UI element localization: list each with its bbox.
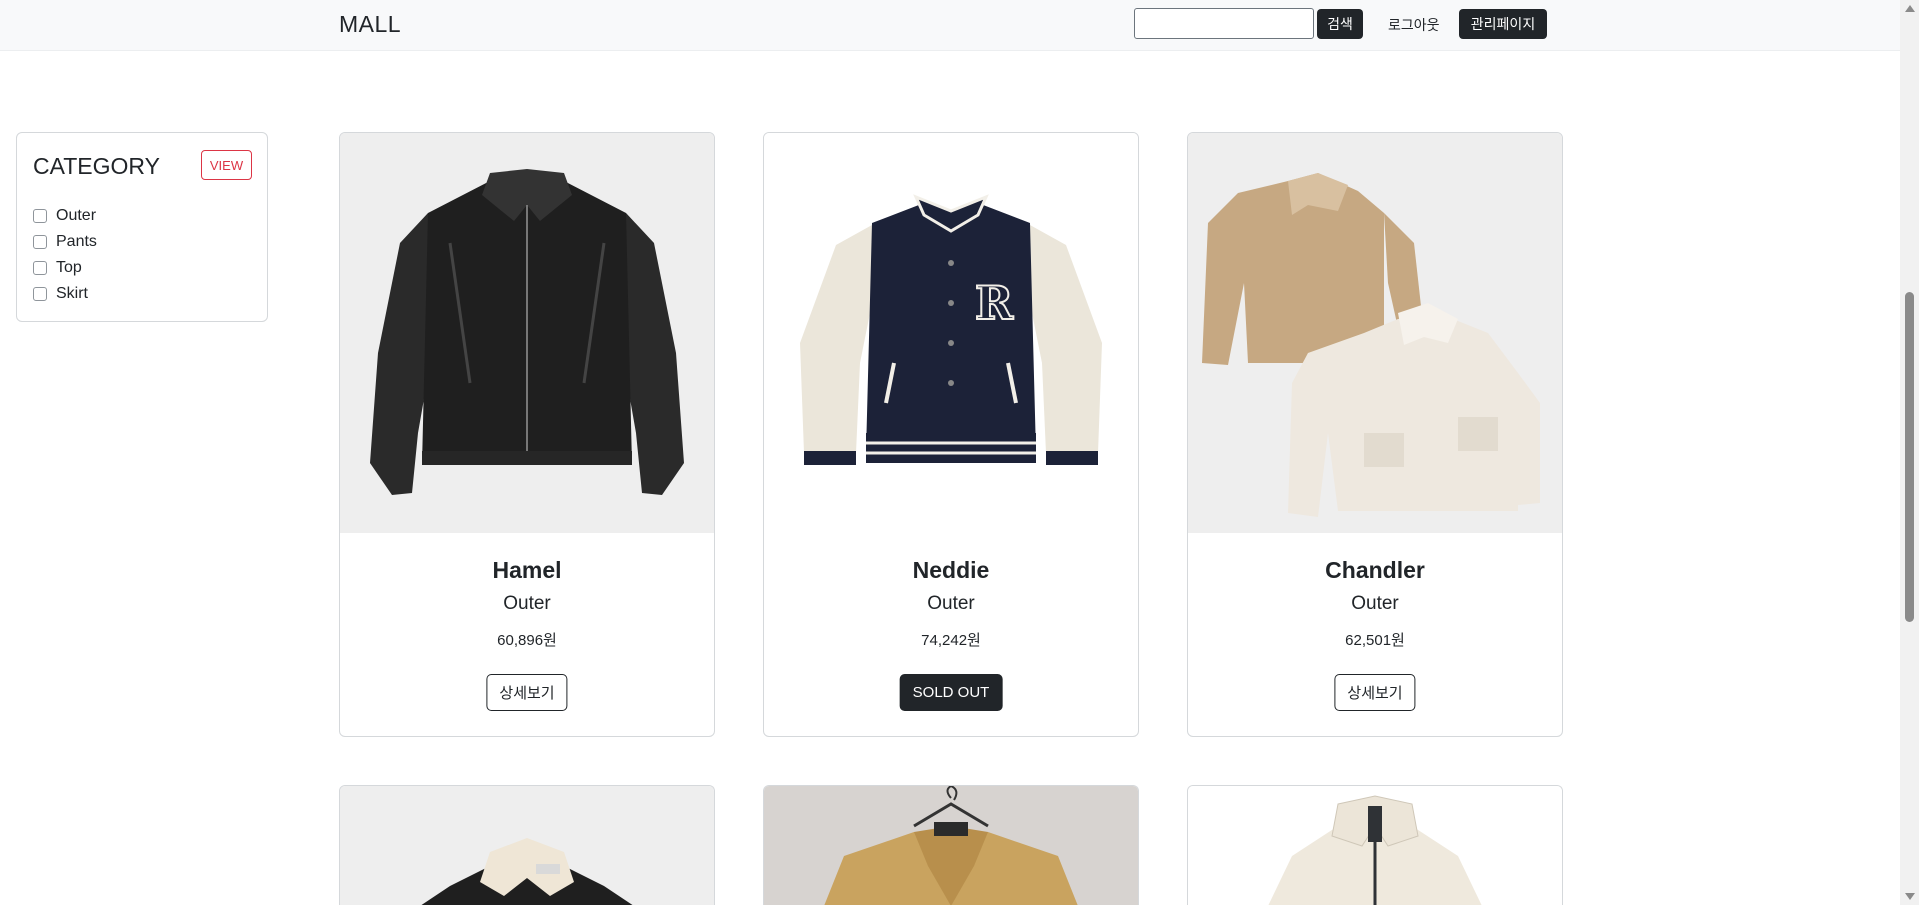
search-input[interactable] bbox=[1134, 8, 1314, 39]
product-image[interactable] bbox=[764, 786, 1138, 905]
shearling-jackets-icon bbox=[1202, 173, 1540, 517]
category-checkbox[interactable] bbox=[33, 235, 47, 249]
category-item-pants[interactable]: Pants bbox=[33, 229, 97, 255]
category-label: Pants bbox=[56, 233, 97, 250]
category-label: Skirt bbox=[56, 285, 88, 302]
product-card[interactable] bbox=[339, 785, 715, 905]
product-card[interactable] bbox=[763, 785, 1139, 905]
product-image[interactable] bbox=[340, 133, 714, 533]
category-checkbox[interactable] bbox=[33, 261, 47, 275]
category-checkbox[interactable] bbox=[33, 209, 47, 223]
view-button[interactable]: VIEW bbox=[201, 150, 252, 180]
page-scrollbar[interactable] bbox=[1900, 0, 1919, 905]
svg-text:R: R bbox=[975, 276, 1014, 330]
category-list: Outer Pants Top Skirt bbox=[33, 203, 97, 307]
product-category: Outer bbox=[1351, 593, 1399, 614]
search-button[interactable]: 검색 bbox=[1317, 9, 1363, 39]
detail-button[interactable]: 상세보기 bbox=[1334, 674, 1416, 711]
fleece-jacket-icon bbox=[1268, 795, 1482, 905]
category-label: Top bbox=[56, 259, 82, 276]
product-name[interactable]: Chandler bbox=[1188, 557, 1562, 584]
product-card[interactable]: R Neddie Outer 74,242원 SOLD OUT bbox=[763, 132, 1139, 737]
logout-link[interactable]: 로그아웃 bbox=[1388, 15, 1440, 35]
category-item-skirt[interactable]: Skirt bbox=[33, 281, 97, 307]
category-checkbox[interactable] bbox=[33, 287, 47, 301]
scroll-down-arrow-icon[interactable] bbox=[1905, 893, 1915, 900]
category-item-outer[interactable]: Outer bbox=[33, 203, 97, 229]
product-image[interactable]: R bbox=[764, 133, 1138, 533]
detail-button[interactable]: 상세보기 bbox=[486, 674, 568, 711]
product-category: Outer bbox=[927, 593, 975, 614]
product-name[interactable]: Neddie bbox=[764, 557, 1138, 584]
varsity-jacket-icon: R bbox=[800, 194, 1102, 465]
category-title: CATEGORY bbox=[33, 153, 160, 179]
product-card[interactable]: Chandler Outer 62,501원 상세보기 bbox=[1187, 132, 1563, 737]
product-price: 74,242원 bbox=[921, 632, 981, 649]
shearling-collar-jacket-icon bbox=[421, 838, 633, 905]
product-image[interactable] bbox=[1188, 133, 1562, 533]
leather-jacket-icon bbox=[370, 169, 684, 495]
navbar: MALL 검색 로그아웃 관리페이지 bbox=[0, 0, 1900, 51]
product-price: 60,896원 bbox=[497, 632, 557, 649]
admin-page-button[interactable]: 관리페이지 bbox=[1459, 9, 1547, 39]
product-price: 62,501원 bbox=[1345, 632, 1405, 649]
product-category: Outer bbox=[503, 593, 551, 614]
scroll-up-arrow-icon[interactable] bbox=[1905, 5, 1915, 12]
scroll-thumb[interactable] bbox=[1905, 292, 1914, 622]
product-image[interactable] bbox=[340, 786, 714, 905]
product-image[interactable] bbox=[1188, 786, 1562, 905]
product-card[interactable] bbox=[1187, 785, 1563, 905]
camel-coat-icon bbox=[824, 786, 1078, 905]
product-card[interactable]: Hamel Outer 60,896원 상세보기 bbox=[339, 132, 715, 737]
product-name[interactable]: Hamel bbox=[340, 557, 714, 584]
sold-out-button[interactable]: SOLD OUT bbox=[899, 674, 1003, 711]
category-label: Outer bbox=[56, 207, 97, 224]
category-panel: CATEGORY VIEW Outer Pants Top Skirt bbox=[16, 132, 268, 322]
category-item-top[interactable]: Top bbox=[33, 255, 97, 281]
brand-logo[interactable]: MALL bbox=[339, 11, 401, 38]
